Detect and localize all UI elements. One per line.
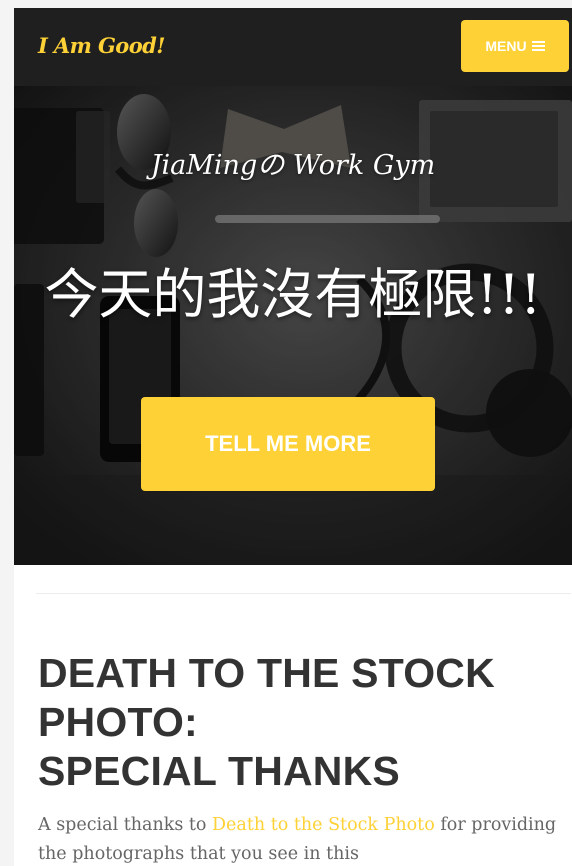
special-thanks-text-before-link: A special thanks to xyxy=(38,815,213,835)
website-viewport: I Am Good! MENU JiaMingの Work Gym 今天的我沒有… xyxy=(14,8,572,866)
hero-subtitle: JiaMingの Work Gym xyxy=(150,150,436,181)
tell-me-more-button[interactable]: TELL ME MORE xyxy=(141,397,435,491)
special-thanks-heading-line-1: DEATH TO THE STOCK xyxy=(38,650,495,696)
hero-title: 今天的我沒有極限!!! xyxy=(44,263,542,327)
hamburger-icon xyxy=(531,41,545,51)
menu-label: MENU xyxy=(485,38,527,54)
menu-button[interactable]: MENU xyxy=(461,20,569,72)
special-thanks-heading-line-3: SPECIAL THANKS xyxy=(38,748,400,794)
special-thanks-heading: DEATH TO THE STOCK PHOTO: SPECIAL THANKS xyxy=(38,649,568,796)
brand-logo-link[interactable]: I Am Good! xyxy=(38,26,165,66)
top-navigation-bar: I Am Good! MENU xyxy=(14,8,572,86)
browser-page: I Am Good! MENU JiaMingの Work Gym 今天的我沒有… xyxy=(0,0,572,866)
section-divider xyxy=(36,593,571,594)
special-thanks-heading-line-2: PHOTO: xyxy=(38,699,198,745)
hero-section: JiaMingの Work Gym 今天的我沒有極限!!! TELL ME MO… xyxy=(14,86,572,565)
special-thanks-paragraph: A special thanks to Death to the Stock P… xyxy=(38,811,563,866)
death-to-stock-photo-link[interactable]: Death to the Stock Photo xyxy=(212,815,435,835)
